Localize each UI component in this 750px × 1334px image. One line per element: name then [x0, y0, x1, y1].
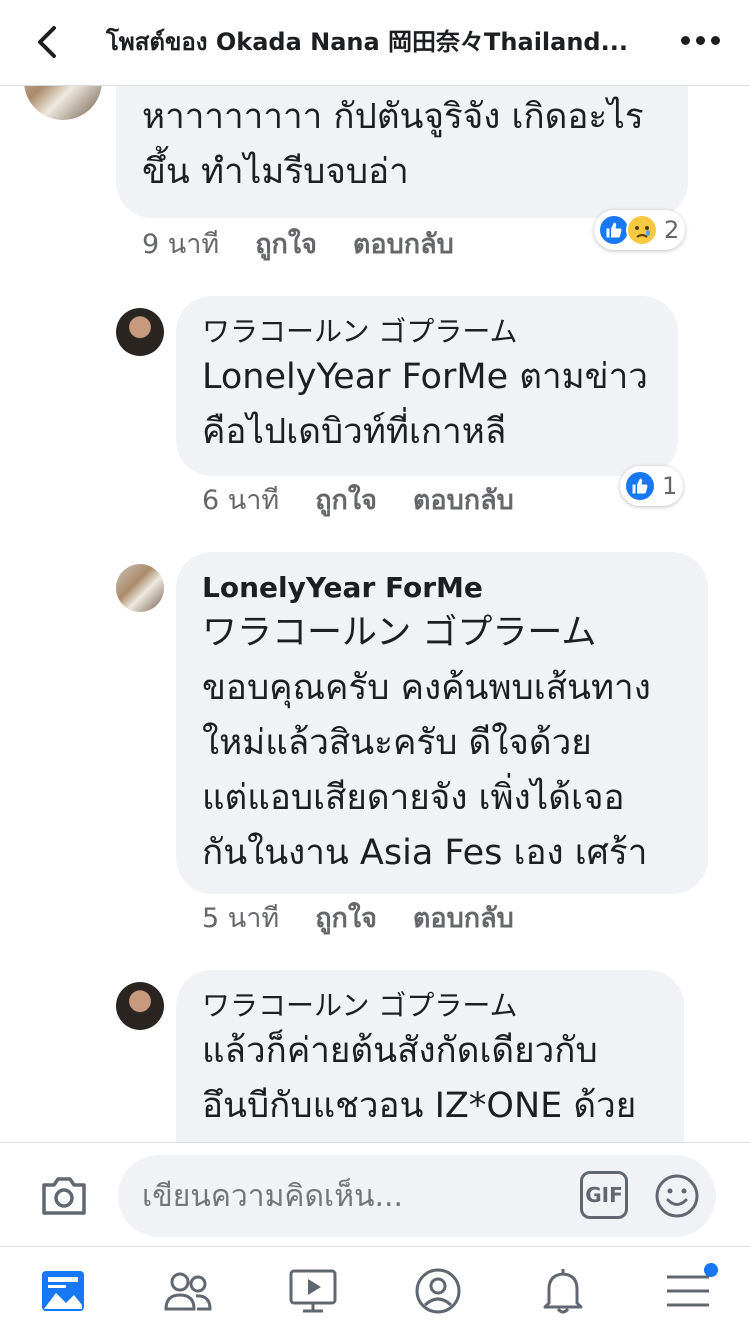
- camera-button[interactable]: [40, 1173, 88, 1221]
- camera-icon: [42, 1177, 86, 1215]
- avatar[interactable]: [116, 308, 164, 356]
- profile-icon: [415, 1268, 460, 1313]
- comment-bubble: LonelyYear ForMe ワラコールン ゴプラーム ขอบคุณครับ…: [176, 552, 708, 894]
- comment-author[interactable]: ワラコールン ゴプラーム: [202, 314, 678, 350]
- page-title: โพสต์ของ Okada Nana 岡田奈々Thailand...: [106, 28, 628, 56]
- nav-friends[interactable]: [125, 1247, 250, 1334]
- notifications-icon: [543, 1268, 582, 1313]
- comment-bubble: ワラコールン ゴプラーム LonelyYear ForMe ตามข่าว คื…: [176, 296, 678, 476]
- nav-news-feed[interactable]: [0, 1247, 125, 1334]
- comment-time[interactable]: 6 นาที: [202, 484, 279, 518]
- chevron-left-icon: [38, 26, 56, 58]
- comment-meta: 6 นาที ถูกใจ ตอบกลับ: [202, 484, 514, 518]
- like-link[interactable]: ถูกใจ: [255, 228, 317, 262]
- comment-author[interactable]: ワラコールン ゴプラーム: [202, 988, 684, 1024]
- comment-text: คือไปเดบิวท์ที่เกาหลี: [202, 412, 507, 452]
- comment-bubble: ワラコールン ゴプラーム แล้วก็ค่ายต้นสังกัดเดียวกับ…: [176, 970, 684, 1142]
- news-feed-icon: [41, 1270, 84, 1311]
- reply-link[interactable]: ตอบกลับ: [413, 484, 514, 518]
- back-button[interactable]: [28, 22, 68, 62]
- comment-text: หาาาาาาาา กัปตันจูริจัง เกิดอะไร: [142, 97, 644, 137]
- reaction-summary[interactable]: 2: [594, 210, 686, 250]
- top-bar: โพสต์ของ Okada Nana 岡田奈々Thailand...: [0, 0, 750, 86]
- comment-time[interactable]: 9 นาที: [142, 228, 219, 262]
- comment-text: ขึ้น ทำไมรีบจบอ่า: [142, 152, 409, 192]
- gif-button[interactable]: GIF: [580, 1171, 628, 1219]
- menu-icon: [666, 1275, 709, 1306]
- reply-link[interactable]: ตอบกลับ: [353, 228, 454, 262]
- nav-profile[interactable]: [375, 1247, 500, 1334]
- comment-meta: 9 นาที ถูกใจ ตอบกลับ: [142, 228, 454, 262]
- nav-notifications[interactable]: [500, 1247, 625, 1334]
- avatar[interactable]: [24, 86, 102, 120]
- like-link[interactable]: ถูกใจ: [315, 902, 377, 936]
- nav-menu[interactable]: [625, 1247, 750, 1334]
- comment-text: ใหม่แล้วสินะครับ ดีใจด้วย: [202, 723, 592, 763]
- like-link[interactable]: ถูกใจ: [315, 484, 377, 518]
- notification-dot: [704, 1263, 718, 1277]
- friends-icon: [163, 1272, 212, 1310]
- more-options-button[interactable]: [681, 36, 720, 45]
- comment-thread: หาาาาาาาา กัปตันจูริจัง เกิดอะไร ขึ้น ทำ…: [0, 86, 750, 1142]
- bottom-nav: [0, 1246, 750, 1334]
- avatar[interactable]: [116, 982, 164, 1030]
- comment-text: กันในงาน Asia Fes เอง เศร้า: [202, 833, 648, 873]
- comment-text: แล้วก็ค่ายต้นสังกัดเดียวกับ: [202, 1031, 598, 1071]
- watch-icon: [289, 1269, 336, 1312]
- comment-text: ขอบคุณครับ คงค้นพบเส้นทาง: [202, 668, 651, 708]
- comment-bubble: หาาาาาาาา กัปตันจูริจัง เกิดอะไร ขึ้น ทำ…: [116, 86, 688, 218]
- emoji-button[interactable]: [654, 1173, 700, 1223]
- comment-text: อึนบีกับแชวอน IZ*ONE ด้วย: [202, 1086, 637, 1126]
- comment-author[interactable]: LonelyYear ForMe: [202, 570, 708, 606]
- comment-text: แต่แอบเสียดายจัง เพิ่งได้เจอ: [202, 778, 625, 818]
- reaction-summary[interactable]: 1: [620, 466, 684, 506]
- sad-icon: [626, 214, 658, 246]
- more-dots-icon: [681, 36, 690, 45]
- emoji-icon: [655, 1174, 699, 1218]
- like-icon: [624, 470, 656, 502]
- comment-meta: 5 นาที ถูกใจ ตอบกลับ: [202, 902, 514, 936]
- reaction-count: 1: [662, 472, 678, 500]
- comment-time[interactable]: 5 นาที: [202, 902, 279, 936]
- reaction-count: 2: [664, 216, 680, 244]
- comment-composer: GIF: [0, 1142, 750, 1246]
- comment-text: LonelyYear ForMe ตามข่าว: [202, 357, 648, 397]
- nav-watch[interactable]: [250, 1247, 375, 1334]
- reply-link[interactable]: ตอบกลับ: [413, 902, 514, 936]
- avatar[interactable]: [116, 564, 164, 612]
- comment-text: ワラコールン ゴプラーム: [202, 613, 597, 653]
